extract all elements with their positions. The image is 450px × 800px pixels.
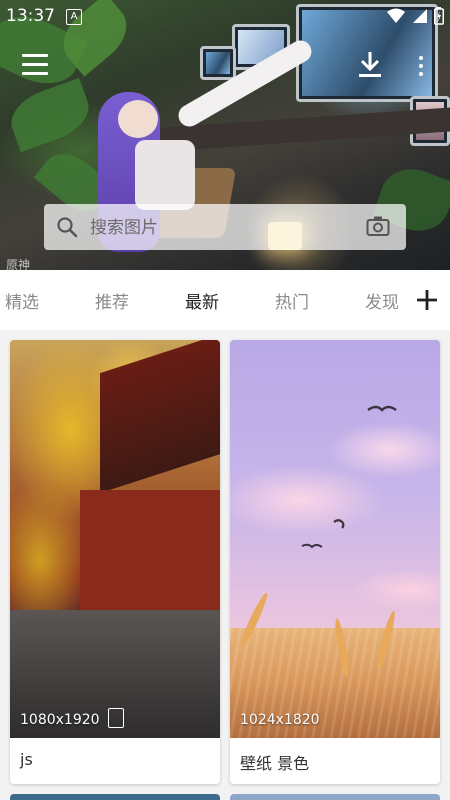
add-tab-icon[interactable] — [416, 289, 438, 311]
resolution-label: 1024x1820 — [240, 712, 320, 728]
tab-recommended[interactable]: 推荐 — [95, 288, 129, 313]
wallpaper-thumbnail[interactable]: 1024x1820 — [230, 340, 440, 738]
wallpaper-card[interactable]: 1080x1920 js — [10, 340, 220, 784]
resolution-label: 1080x1920 — [20, 712, 100, 728]
tab-popular[interactable]: 热门 — [275, 288, 309, 313]
wifi-icon — [387, 8, 405, 23]
menu-icon[interactable] — [22, 54, 48, 76]
next-card-peek — [230, 794, 440, 800]
wallpaper-title: 壁纸 景色 — [240, 754, 310, 773]
download-icon[interactable] — [356, 50, 384, 80]
search-icon — [57, 217, 78, 238]
next-card-peek — [10, 794, 220, 800]
birds-graphic — [301, 405, 397, 549]
category-tab-bar: 精选 推荐 最新 热门 发现 — [0, 270, 450, 330]
search-bar[interactable] — [44, 204, 406, 250]
more-options-icon[interactable] — [416, 54, 426, 78]
tab-discover[interactable]: 发现 — [365, 288, 399, 313]
hero-watermark: 原神 — [6, 258, 31, 270]
wallpaper-title: js — [20, 750, 33, 769]
battery-icon — [434, 7, 444, 25]
watermark-icon — [108, 708, 124, 728]
signal-icon — [413, 9, 427, 23]
tab-latest[interactable]: 最新 — [185, 288, 219, 313]
status-time: 13:37 — [6, 6, 55, 26]
camera-icon[interactable] — [366, 215, 390, 237]
status-bar: 13:37 A — [0, 0, 450, 32]
wallpaper-card[interactable]: 1024x1820 壁纸 景色 — [230, 340, 440, 784]
wallpaper-thumbnail[interactable]: 1080x1920 — [10, 340, 220, 738]
search-input[interactable] — [88, 212, 352, 244]
tab-featured[interactable]: 精选 — [5, 288, 39, 313]
notification-a-icon: A — [66, 9, 82, 25]
